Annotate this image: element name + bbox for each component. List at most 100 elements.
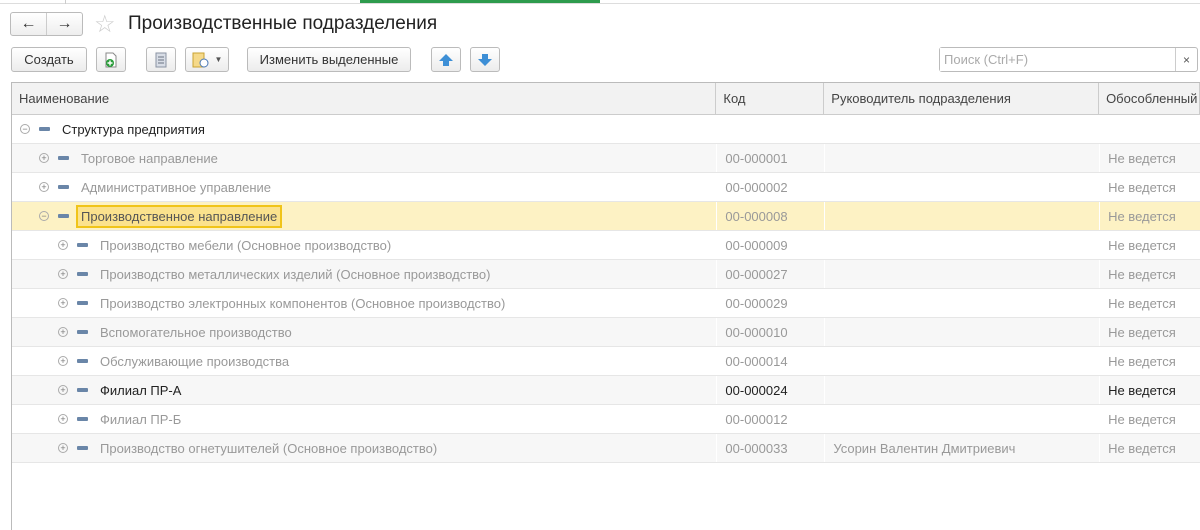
create-button[interactable]: Создать: [11, 47, 87, 72]
row-name: Производство огнетушителей (Основное про…: [100, 440, 438, 456]
head-cell: Усорин Валентин Дмитриевич: [824, 434, 1099, 462]
separate-accounting-cell: Не ведется: [1099, 144, 1200, 172]
head-cell: [824, 405, 1099, 433]
move-up-button[interactable]: [431, 47, 461, 72]
change-selected-button[interactable]: Изменить выделенные: [247, 47, 411, 72]
row-name: Вспомогательное производство: [100, 324, 292, 340]
separate-accounting-cell: Не ведется: [1099, 289, 1200, 317]
tab-strip: [0, 0, 1200, 4]
row-name: Производственное направление: [76, 204, 283, 228]
expand-icon[interactable]: +: [58, 298, 68, 308]
forward-button[interactable]: →: [46, 13, 82, 35]
group-icon: [77, 417, 88, 421]
table-row[interactable]: + Производство электронных компонентов (…: [12, 289, 1200, 318]
group-icon: [77, 301, 88, 305]
code-cell: [716, 115, 824, 143]
row-name: Производство мебели (Основное производст…: [100, 237, 392, 253]
table-row[interactable]: + Административное управление 00-000002 …: [12, 173, 1200, 202]
code-cell: 00-000008: [716, 202, 824, 230]
report-dropdown-button[interactable]: ▼: [185, 47, 229, 72]
code-cell: 00-000024: [716, 376, 824, 404]
list-mode-button[interactable]: [146, 47, 176, 72]
report-settings-icon: [192, 52, 209, 67]
active-tab-indicator[interactable]: [360, 0, 600, 3]
table-row[interactable]: − Структура предприятия: [12, 115, 1200, 144]
row-name: Производство металлических изделий (Осно…: [100, 266, 491, 282]
separate-accounting-cell: [1099, 115, 1200, 143]
name-cell: + Торговое направление: [12, 144, 716, 172]
row-name: Производство электронных компонентов (Ос…: [100, 295, 506, 311]
group-icon: [58, 185, 69, 189]
expand-icon[interactable]: +: [58, 414, 68, 424]
separate-accounting-cell: Не ведется: [1099, 173, 1200, 201]
name-cell: + Филиал ПР-Б: [12, 405, 716, 433]
table-row[interactable]: − Производственное направление 00-000008…: [12, 202, 1200, 231]
group-icon: [77, 272, 88, 276]
table-row[interactable]: + Торговое направление 00-000001 Не веде…: [12, 144, 1200, 173]
row-name: Филиал ПР-А: [100, 382, 182, 398]
head-cell: [824, 318, 1099, 346]
code-cell: 00-000012: [716, 405, 824, 433]
code-cell: 00-000002: [716, 173, 824, 201]
code-cell: 00-000001: [716, 144, 824, 172]
arrow-up-icon: [439, 53, 453, 66]
chevron-down-icon: ▼: [214, 55, 223, 64]
collapse-icon[interactable]: −: [39, 211, 49, 221]
row-name: Обслуживающие производства: [100, 353, 290, 369]
name-cell: + Административное управление: [12, 173, 716, 201]
separate-accounting-cell: Не ведется: [1099, 405, 1200, 433]
head-cell: [824, 231, 1099, 259]
name-cell: + Филиал ПР-А: [12, 376, 716, 404]
code-cell: 00-000029: [716, 289, 824, 317]
back-button[interactable]: ←: [11, 13, 46, 35]
table-row[interactable]: + Филиал ПР-Б 00-000012 Не ведется: [12, 405, 1200, 434]
name-cell: + Производство огнетушителей (Основное п…: [12, 434, 716, 462]
create-group-button[interactable]: [96, 47, 126, 72]
name-cell: − Структура предприятия: [12, 115, 716, 143]
name-cell: + Производство мебели (Основное производ…: [12, 231, 716, 259]
table-row[interactable]: + Производство мебели (Основное производ…: [12, 231, 1200, 260]
search-field: ×: [939, 47, 1198, 72]
group-icon: [77, 388, 88, 392]
head-cell: [824, 144, 1099, 172]
separate-accounting-cell: Не ведется: [1099, 260, 1200, 288]
head-cell: [824, 202, 1099, 230]
name-cell: + Вспомогательное производство: [12, 318, 716, 346]
head-cell: [824, 289, 1099, 317]
expand-icon[interactable]: +: [58, 356, 68, 366]
column-header-head[interactable]: Руководитель подразделения: [824, 83, 1100, 114]
search-input[interactable]: [940, 48, 1175, 71]
table-row[interactable]: + Производство металлических изделий (Ос…: [12, 260, 1200, 289]
separate-accounting-cell: Не ведется: [1099, 231, 1200, 259]
code-cell: 00-000027: [716, 260, 824, 288]
subdivisions-table: Наименование Код Руководитель подразделе…: [11, 82, 1200, 530]
column-header-separate[interactable]: Обособленный учет: [1099, 83, 1200, 114]
expand-icon[interactable]: +: [58, 269, 68, 279]
table-row[interactable]: + Производство огнетушителей (Основное п…: [12, 434, 1200, 463]
collapse-icon[interactable]: −: [20, 124, 30, 134]
expand-icon[interactable]: +: [58, 443, 68, 453]
move-down-button[interactable]: [470, 47, 500, 72]
expand-icon[interactable]: +: [58, 240, 68, 250]
expand-icon[interactable]: +: [39, 182, 49, 192]
favorite-star-icon[interactable]: ☆: [94, 10, 116, 39]
group-icon: [77, 446, 88, 450]
code-cell: 00-000009: [716, 231, 824, 259]
table-row[interactable]: + Филиал ПР-А 00-000024 Не ведется: [12, 376, 1200, 405]
separate-accounting-cell: Не ведется: [1099, 347, 1200, 375]
code-cell: 00-000033: [716, 434, 824, 462]
expand-icon[interactable]: +: [58, 327, 68, 337]
expand-icon[interactable]: +: [58, 385, 68, 395]
table-row[interactable]: + Обслуживающие производства 00-000014 Н…: [12, 347, 1200, 376]
table-row[interactable]: + Вспомогательное производство 00-000010…: [12, 318, 1200, 347]
list-icon: [155, 52, 167, 67]
expand-icon[interactable]: +: [39, 153, 49, 163]
head-cell: [824, 260, 1099, 288]
group-icon: [39, 127, 50, 131]
navigation-buttons: ← →: [10, 12, 83, 36]
name-cell: − Производственное направление: [12, 202, 716, 230]
column-header-name[interactable]: Наименование: [12, 83, 717, 114]
clear-search-button[interactable]: ×: [1175, 48, 1197, 71]
group-icon: [77, 330, 88, 334]
column-header-code[interactable]: Код: [716, 83, 825, 114]
